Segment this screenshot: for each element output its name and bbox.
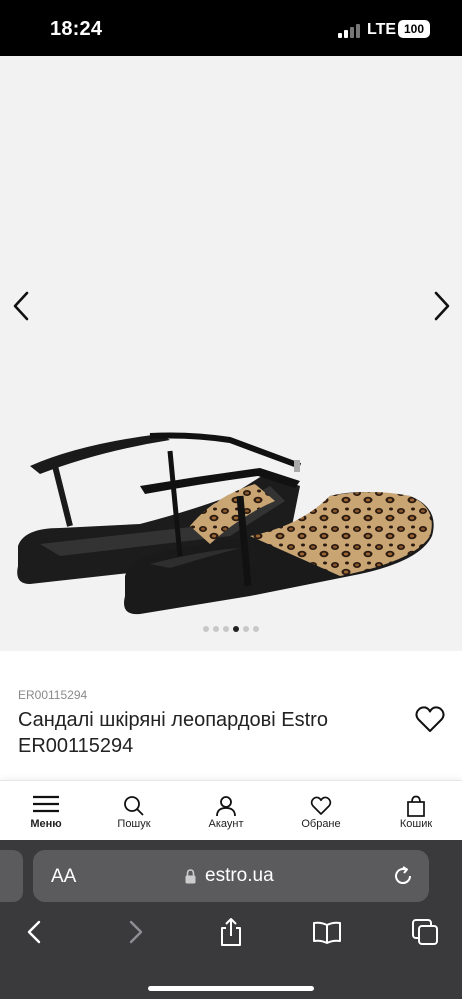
nav-label-account: Акаунт	[208, 818, 244, 830]
forward-icon[interactable]	[120, 916, 150, 948]
address-bar[interactable]: AA estro.ua	[33, 850, 429, 902]
search-icon	[124, 796, 144, 816]
account-icon	[216, 796, 236, 817]
menu-icon	[33, 795, 59, 813]
bottom-navigation: Меню Пошук Акаунт Обране Кошик	[0, 780, 462, 840]
reload-icon[interactable]	[391, 864, 415, 888]
product-sku: ER00115294	[18, 688, 88, 702]
gallery-pagination[interactable]	[0, 626, 462, 632]
pagination-dot[interactable]	[223, 626, 229, 632]
nav-account[interactable]: Акаунт	[180, 781, 272, 839]
bookmarks-icon[interactable]	[312, 916, 342, 948]
chevron-right-icon[interactable]	[426, 288, 456, 324]
nav-label-favorites: Обране	[301, 818, 341, 830]
signal-icon	[338, 24, 362, 38]
product-gallery[interactable]	[0, 56, 462, 651]
nav-favorites[interactable]: Обране	[275, 781, 367, 839]
tabs-icon[interactable]	[410, 916, 440, 948]
bag-icon	[407, 795, 425, 817]
network-label: LTE	[367, 21, 397, 38]
text-size-button[interactable]: AA	[51, 866, 76, 888]
pagination-dot[interactable]	[213, 626, 219, 632]
pagination-dot[interactable]	[203, 626, 209, 632]
nav-label-menu: Меню	[30, 818, 62, 830]
nav-cart[interactable]: Кошик	[370, 781, 462, 839]
nav-label-cart: Кошик	[399, 818, 433, 830]
back-icon[interactable]	[20, 916, 50, 948]
wishlist-heart-icon[interactable]	[414, 704, 446, 734]
nav-label-search: Пошук	[117, 818, 151, 830]
lock-icon	[185, 869, 196, 884]
pagination-dot[interactable]	[253, 626, 259, 632]
browser-toolbar: AA estro.ua	[0, 840, 462, 999]
product-title: Сандалі шкіряні леопардові Estro ER00115…	[18, 709, 328, 757]
previous-tab-preview[interactable]	[0, 850, 23, 902]
pagination-dot-active[interactable]	[233, 626, 239, 632]
nav-search[interactable]: Пошук	[88, 781, 180, 839]
status-bar: 18:24 LTE 100	[0, 0, 462, 56]
share-icon[interactable]	[216, 916, 246, 948]
pagination-dot[interactable]	[243, 626, 249, 632]
nav-menu[interactable]: Меню	[0, 781, 92, 839]
chevron-left-icon[interactable]	[7, 288, 37, 324]
home-indicator	[148, 986, 314, 991]
url-text[interactable]: estro.ua	[205, 865, 274, 887]
battery-icon: 100	[398, 20, 430, 38]
heart-icon	[310, 796, 332, 815]
status-time: 18:24	[50, 18, 103, 40]
product-image	[17, 432, 434, 615]
